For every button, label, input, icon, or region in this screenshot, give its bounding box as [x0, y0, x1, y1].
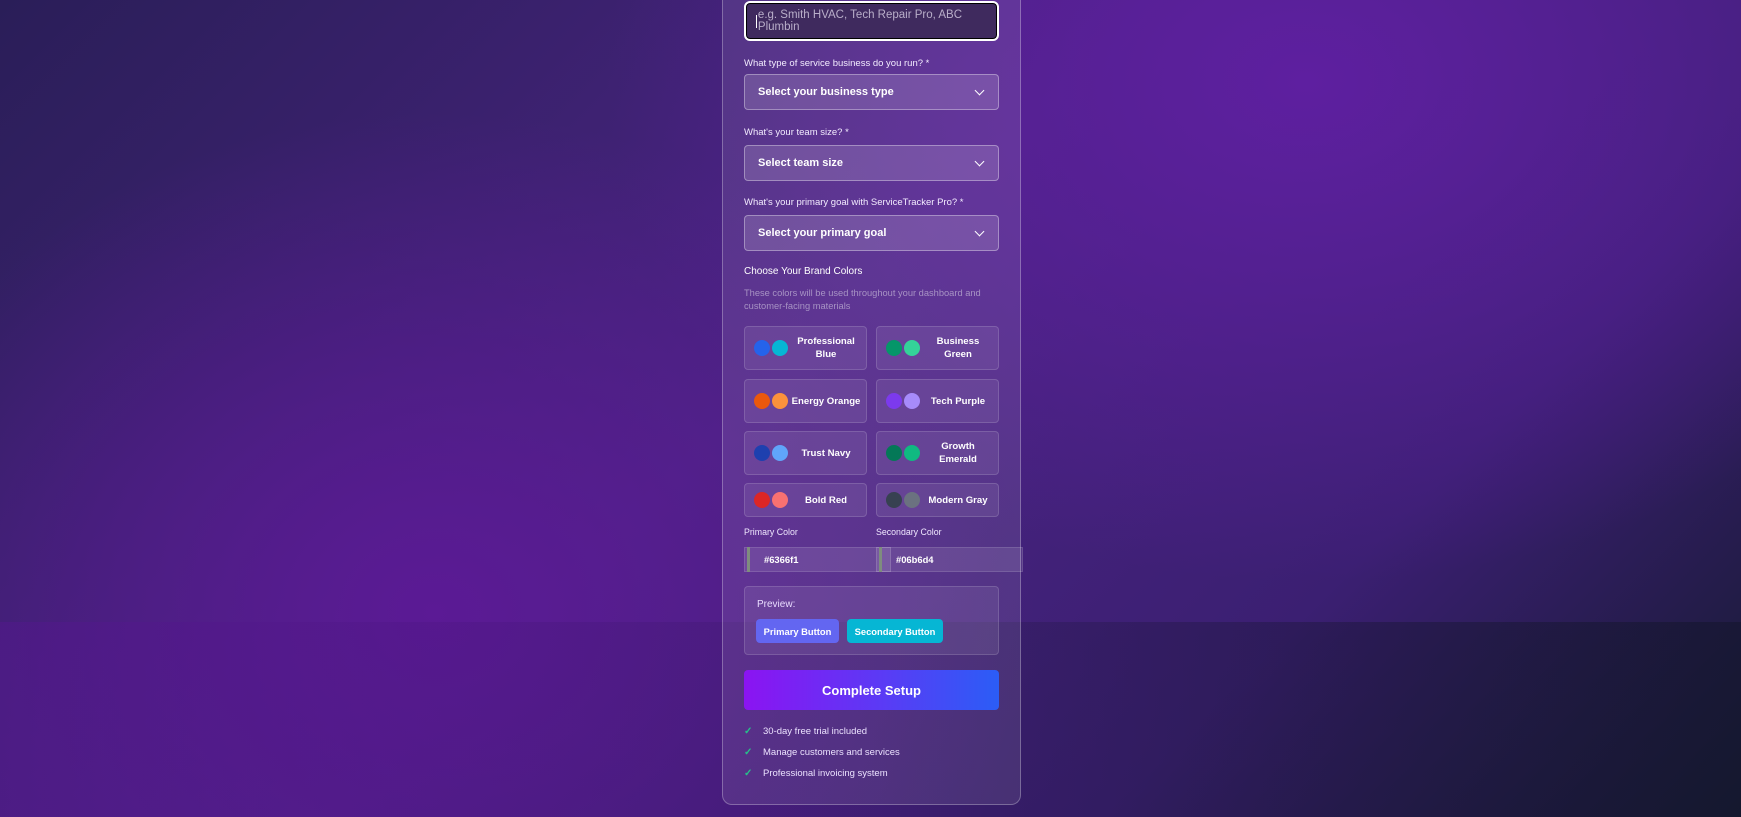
secondary-color-picker[interactable] — [879, 547, 882, 572]
check-icon: ✓ — [744, 726, 753, 737]
secondary-color-input[interactable]: #06b6d4 — [876, 547, 1023, 572]
primary-goal-select[interactable]: Select your primary goal — [744, 215, 999, 251]
primary-swatch-dot — [886, 492, 902, 508]
primary-swatch-dot — [754, 393, 770, 409]
business-name-placeholder: e.g. Smith HVAC, Tech Repair Pro, ABC Pl… — [757, 9, 963, 33]
color-preset-option[interactable]: Tech Purple — [876, 379, 999, 423]
chevron-down-icon — [974, 85, 985, 95]
primary-swatch-dot — [754, 492, 770, 508]
primary-color-value: #6366f1 — [764, 554, 799, 565]
secondary-color-label: Secondary Color — [876, 527, 942, 537]
secondary-swatch-dot — [772, 492, 788, 508]
text-caret — [756, 14, 757, 28]
color-preset-option[interactable]: Trust Navy — [744, 431, 867, 475]
color-preset-label: Professional Blue — [797, 336, 855, 360]
feature-item: ✓ 30-day free trial included — [744, 726, 867, 737]
color-preset-label: Energy Orange — [791, 395, 861, 407]
color-preset-label: Tech Purple — [930, 395, 986, 407]
business-type-label: What type of service business do you run… — [744, 58, 930, 69]
primary-swatch-dot — [754, 340, 770, 356]
secondary-swatch-dot — [904, 393, 920, 409]
primary-swatch-dot — [886, 340, 902, 356]
color-preset-label: Bold Red — [804, 494, 848, 506]
color-preset-label: Modern Gray — [928, 494, 988, 506]
secondary-swatch-dot — [904, 445, 920, 461]
business-name-input[interactable]: e.g. Smith HVAC, Tech Repair Pro, ABC Pl… — [744, 1, 999, 41]
chevron-down-icon — [974, 156, 985, 166]
check-icon: ✓ — [744, 747, 753, 758]
feature-text: Manage customers and services — [763, 747, 900, 758]
team-size-value: Select team size — [758, 157, 843, 169]
color-preset-label: Business Green — [936, 336, 980, 360]
brand-colors-help: These colors will be used throughout you… — [744, 288, 981, 311]
secondary-color-value: #06b6d4 — [896, 554, 934, 565]
secondary-swatch-dot — [772, 445, 788, 461]
primary-color-label: Primary Color — [744, 527, 798, 537]
secondary-swatch-dot — [772, 393, 788, 409]
color-preset-option[interactable]: Modern Gray — [876, 483, 999, 517]
color-preset-option[interactable]: Growth Emerald — [876, 431, 999, 475]
feature-item: ✓ Professional invoicing system — [744, 768, 888, 779]
brand-colors-title: Choose Your Brand Colors — [744, 266, 863, 277]
complete-setup-button[interactable]: Complete Setup — [744, 670, 999, 710]
preview-secondary-button[interactable]: Secondary Button — [847, 619, 943, 643]
check-icon: ✓ — [744, 768, 753, 779]
color-preset-option[interactable]: Bold Red — [744, 483, 867, 517]
primary-color-input[interactable]: #6366f1 — [744, 547, 891, 572]
feature-item: ✓ Manage customers and services — [744, 747, 900, 758]
team-size-select[interactable]: Select team size — [744, 145, 999, 181]
color-preset-label: Trust Navy — [801, 447, 851, 459]
primary-swatch-dot — [754, 445, 770, 461]
team-size-label: What's your team size? * — [744, 127, 849, 138]
color-preset-option[interactable]: Professional Blue — [744, 326, 867, 370]
business-type-select[interactable]: Select your business type — [744, 74, 999, 110]
primary-swatch-dot — [886, 445, 902, 461]
color-preset-label: Growth Emerald — [939, 441, 977, 465]
color-preset-option[interactable]: Business Green — [876, 326, 999, 370]
business-type-value: Select your business type — [758, 86, 894, 98]
feature-text: 30-day free trial included — [763, 726, 868, 737]
preview-label: Preview: — [757, 599, 796, 610]
primary-swatch-dot — [886, 393, 902, 409]
color-preset-option[interactable]: Energy Orange — [744, 379, 867, 423]
preview-primary-button[interactable]: Primary Button — [756, 619, 839, 643]
primary-color-picker[interactable] — [747, 547, 750, 572]
primary-goal-label: What's your primary goal with ServiceTra… — [744, 197, 964, 208]
secondary-swatch-dot — [904, 340, 920, 356]
preview-panel: Preview: Primary Button Secondary Button — [744, 586, 999, 655]
feature-text: Professional invoicing system — [763, 768, 888, 779]
secondary-swatch-dot — [772, 340, 788, 356]
chevron-down-icon — [974, 226, 985, 236]
secondary-swatch-dot — [904, 492, 920, 508]
primary-goal-value: Select your primary goal — [758, 227, 887, 239]
